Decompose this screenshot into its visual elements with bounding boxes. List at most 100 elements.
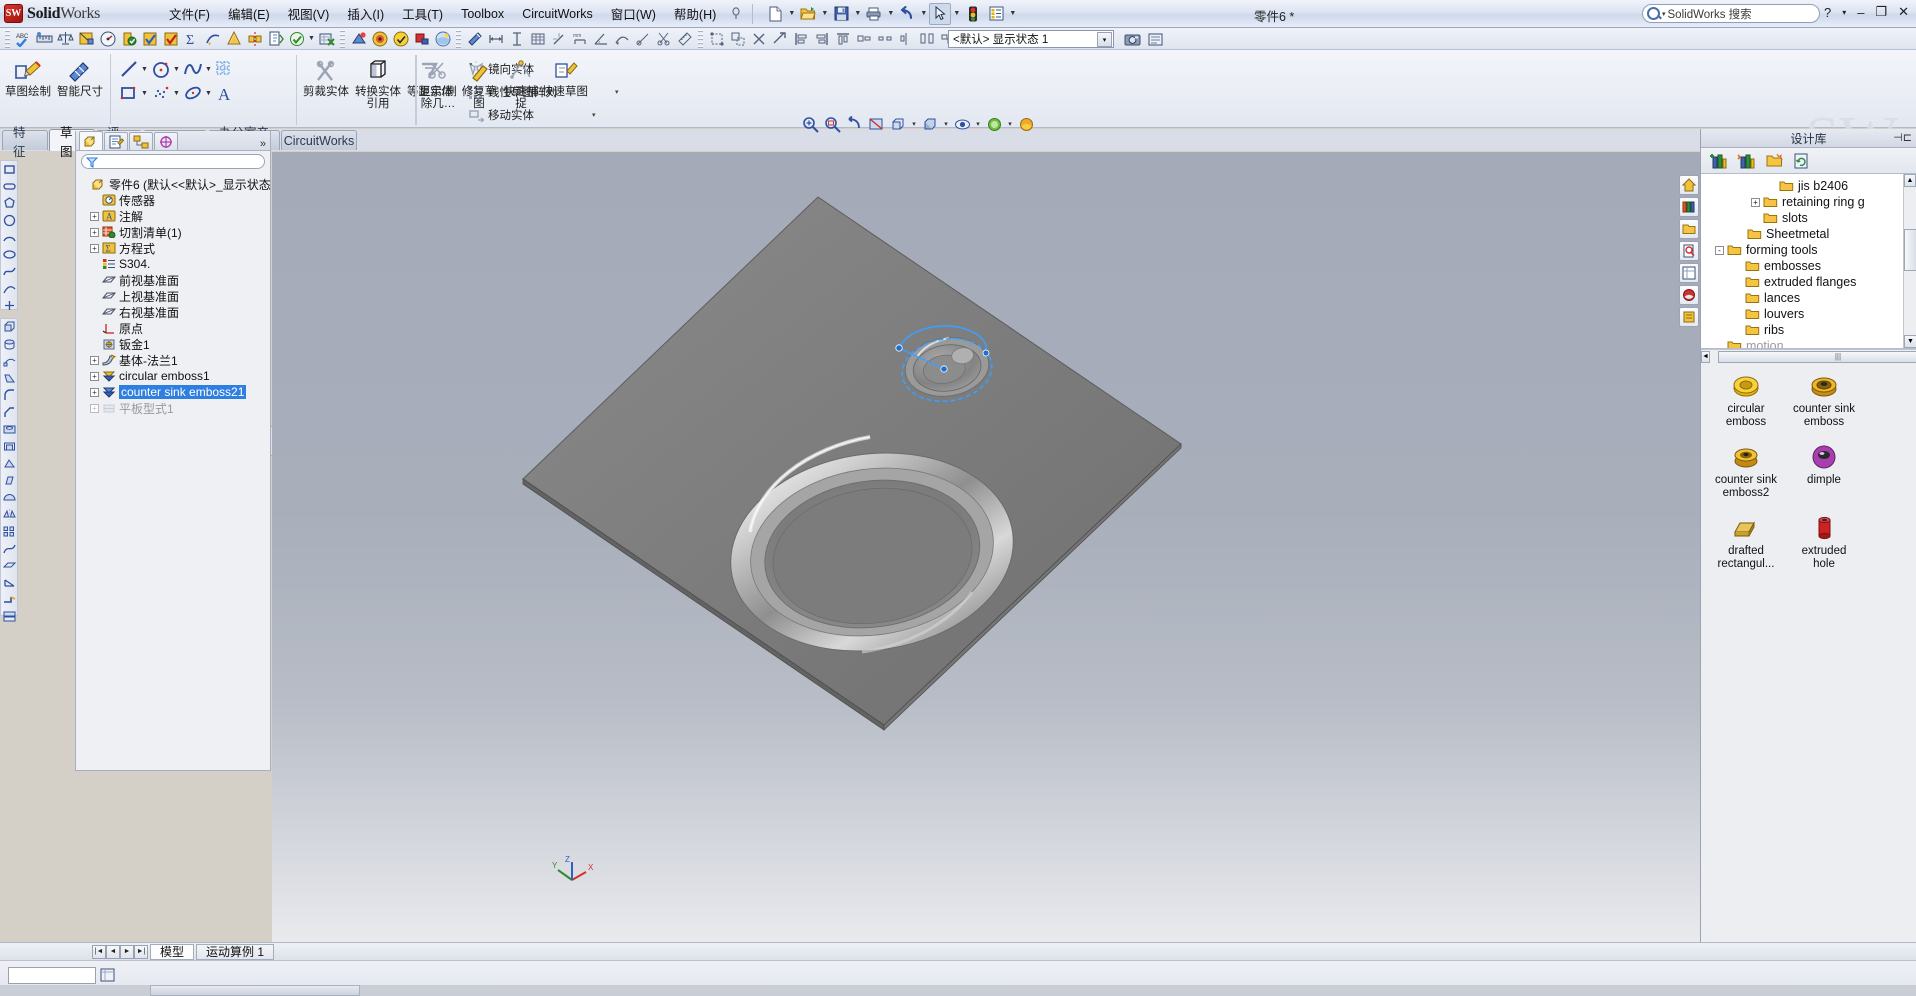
tree-node-base-flange[interactable]: + 基体-法兰1	[80, 352, 270, 368]
search-input[interactable]: SolidWorks 搜索	[1668, 6, 1752, 22]
sketch-pattern-icon[interactable]	[214, 59, 235, 79]
menu-help[interactable]: 帮助(H)	[665, 0, 725, 27]
create-new-folder-icon[interactable]	[1765, 153, 1783, 168]
vtool-mold-icon[interactable]	[1, 608, 17, 625]
vtool-hole-wizard-icon[interactable]	[1, 421, 17, 438]
display-state-combo[interactable]: <默认> 显示状态 1 ▾	[948, 30, 1114, 48]
open-document-dropdown-icon[interactable]: ▼	[820, 3, 829, 25]
ribbon-smart-dimension[interactable]: 智能尺寸	[54, 52, 106, 98]
vtool-rect-icon[interactable]	[1, 161, 17, 178]
tree-expander[interactable]: +	[90, 356, 99, 365]
align-grid-icon[interactable]	[895, 29, 916, 49]
performance-icon[interactable]	[97, 29, 118, 49]
spline-tool-dropdown-icon[interactable]: ▼	[204, 58, 213, 80]
align-top-icon[interactable]	[832, 29, 853, 49]
library-item-counter-sink-emboss[interactable]: counter sink emboss	[1793, 371, 1855, 428]
render-region-icon[interactable]	[411, 29, 432, 49]
menu-view[interactable]: 视图(V)	[279, 0, 339, 27]
check-dropdown-icon[interactable]: ▼	[307, 28, 316, 50]
ribbon-repair-sketch[interactable]: 修复草图	[459, 52, 499, 110]
tree-node-annotations[interactable]: + A 注解	[80, 208, 270, 224]
library-tree-item[interactable]: motion	[1707, 338, 1916, 349]
menu-toolbox[interactable]: Toolbox	[452, 3, 513, 25]
circle-tool-icon[interactable]	[150, 59, 171, 79]
tree-expander[interactable]: +	[90, 372, 99, 381]
hide-show-items-caret[interactable]: ▾	[974, 120, 982, 128]
undo-dropdown-icon[interactable]: ▼	[919, 3, 928, 25]
tree-node-equations[interactable]: + Σ 方程式	[80, 240, 270, 256]
tools-options-icon[interactable]	[1145, 29, 1166, 49]
print-icon[interactable]	[863, 3, 885, 25]
help-dropdown-caret[interactable]: ▾	[1839, 8, 1849, 17]
taskbar-item[interactable]	[150, 985, 360, 996]
ribbon-sketch[interactable]: 草图绘制	[2, 52, 54, 98]
library-horizontal-scrollbar[interactable]: ◄ ||| ►	[1701, 349, 1916, 363]
tree-node-sensors[interactable]: 传感器	[80, 192, 270, 208]
library-item-drafted-rectangular[interactable]: drafted rectangul...	[1715, 513, 1777, 570]
export-excel-icon[interactable]	[316, 29, 337, 49]
align-distribute-icon[interactable]	[874, 29, 895, 49]
file-explorer-icon[interactable]	[1679, 219, 1699, 239]
vtool-shell-icon[interactable]	[1, 438, 17, 455]
check-sketch2-icon[interactable]	[160, 29, 181, 49]
pushpin-icon[interactable]	[725, 3, 747, 25]
options-dropdown-icon[interactable]: ▼	[1008, 3, 1017, 25]
ellipse-tool-dropdown-icon[interactable]: ▼	[204, 82, 213, 104]
measure-icon[interactable]	[34, 29, 55, 49]
library-vertical-scrollbar[interactable]: ▲ ▼	[1903, 174, 1916, 348]
options-icon[interactable]	[985, 3, 1007, 25]
menu-edit[interactable]: 编辑(E)	[219, 0, 279, 27]
graphics-viewport[interactable]: Y X Z	[272, 152, 1700, 942]
library-item-dimple[interactable]: dimple	[1793, 442, 1855, 499]
scissors-icon[interactable]	[653, 29, 674, 49]
symmetry-check-icon[interactable]	[244, 29, 265, 49]
scroll-up-button[interactable]: ▲	[1904, 174, 1916, 187]
tree-node-sheetmetal[interactable]: 钣金1	[80, 336, 270, 352]
new-document-icon[interactable]	[764, 3, 786, 25]
menu-circuitworks[interactable]: CircuitWorks	[513, 3, 602, 25]
library-tree-item[interactable]: slots	[1707, 210, 1916, 226]
vtool-fillet-icon[interactable]	[1, 387, 17, 404]
library-item-counter-sink-emboss2[interactable]: counter sink emboss2	[1715, 442, 1777, 499]
save-dropdown-icon[interactable]: ▼	[853, 3, 862, 25]
vtool-curve-icon[interactable]	[1, 540, 17, 557]
equations-sigma-icon[interactable]: Σ	[181, 29, 202, 49]
menu-window[interactable]: 窗口(W)	[602, 0, 665, 27]
ordinate-dimension-icon[interactable]	[548, 29, 569, 49]
menu-file[interactable]: 文件(F)	[160, 0, 219, 27]
vtool-draft-icon[interactable]	[1, 472, 17, 489]
tree-node-front-plane[interactable]: 前视基准面	[80, 272, 270, 288]
vtool-mirror-icon[interactable]	[1, 506, 17, 523]
path-length-dimension-icon[interactable]	[611, 29, 632, 49]
vtool-arc-icon[interactable]	[1, 229, 17, 246]
bottom-tab-model[interactable]: 模型	[150, 944, 194, 960]
toolbar-grip-2[interactable]	[340, 30, 345, 48]
point-tool-dropdown-icon[interactable]: ▼	[172, 82, 181, 104]
section-properties-icon[interactable]	[76, 29, 97, 49]
spline-tool-icon[interactable]	[182, 59, 203, 79]
view-palette-icon[interactable]	[1679, 263, 1699, 283]
vtool-sweep-icon[interactable]	[1, 353, 17, 370]
align-left-icon[interactable]	[790, 29, 811, 49]
library-item-circular-emboss[interactable]: circular emboss	[1715, 371, 1777, 428]
custom-properties-icon[interactable]	[1679, 307, 1699, 327]
tree-node-flat-pattern1[interactable]: + 平板型式1	[80, 400, 270, 416]
vtool-point-icon[interactable]	[1, 297, 17, 314]
restore-button[interactable]: ❐	[1872, 4, 1890, 20]
ribbon-move-entities-caret[interactable]: ▾	[592, 111, 596, 119]
ribbon-rapid-sketch[interactable]: 快速草图	[543, 52, 587, 98]
close-button[interactable]: ✕	[1895, 4, 1912, 20]
rectangle-tool-dropdown-icon[interactable]: ▼	[140, 82, 149, 104]
scroll-thumb[interactable]	[1904, 229, 1916, 271]
library-tree-item[interactable]: embosses	[1707, 258, 1916, 274]
tree-expander[interactable]: +	[90, 228, 99, 237]
line-tool-icon[interactable]	[118, 59, 139, 79]
preview-render-icon[interactable]	[390, 29, 411, 49]
tab-dimxpert-manager[interactable]	[154, 132, 178, 150]
vtool-loft-icon[interactable]	[1, 370, 17, 387]
library-tree-expander[interactable]: -	[1715, 246, 1724, 255]
nav-first-button[interactable]: |◄	[92, 945, 106, 959]
scroll-thumb-horizontal[interactable]: |||	[1718, 351, 1916, 363]
vtool-polygon-icon[interactable]	[1, 195, 17, 212]
library-tree-item[interactable]: extruded flanges	[1707, 274, 1916, 290]
